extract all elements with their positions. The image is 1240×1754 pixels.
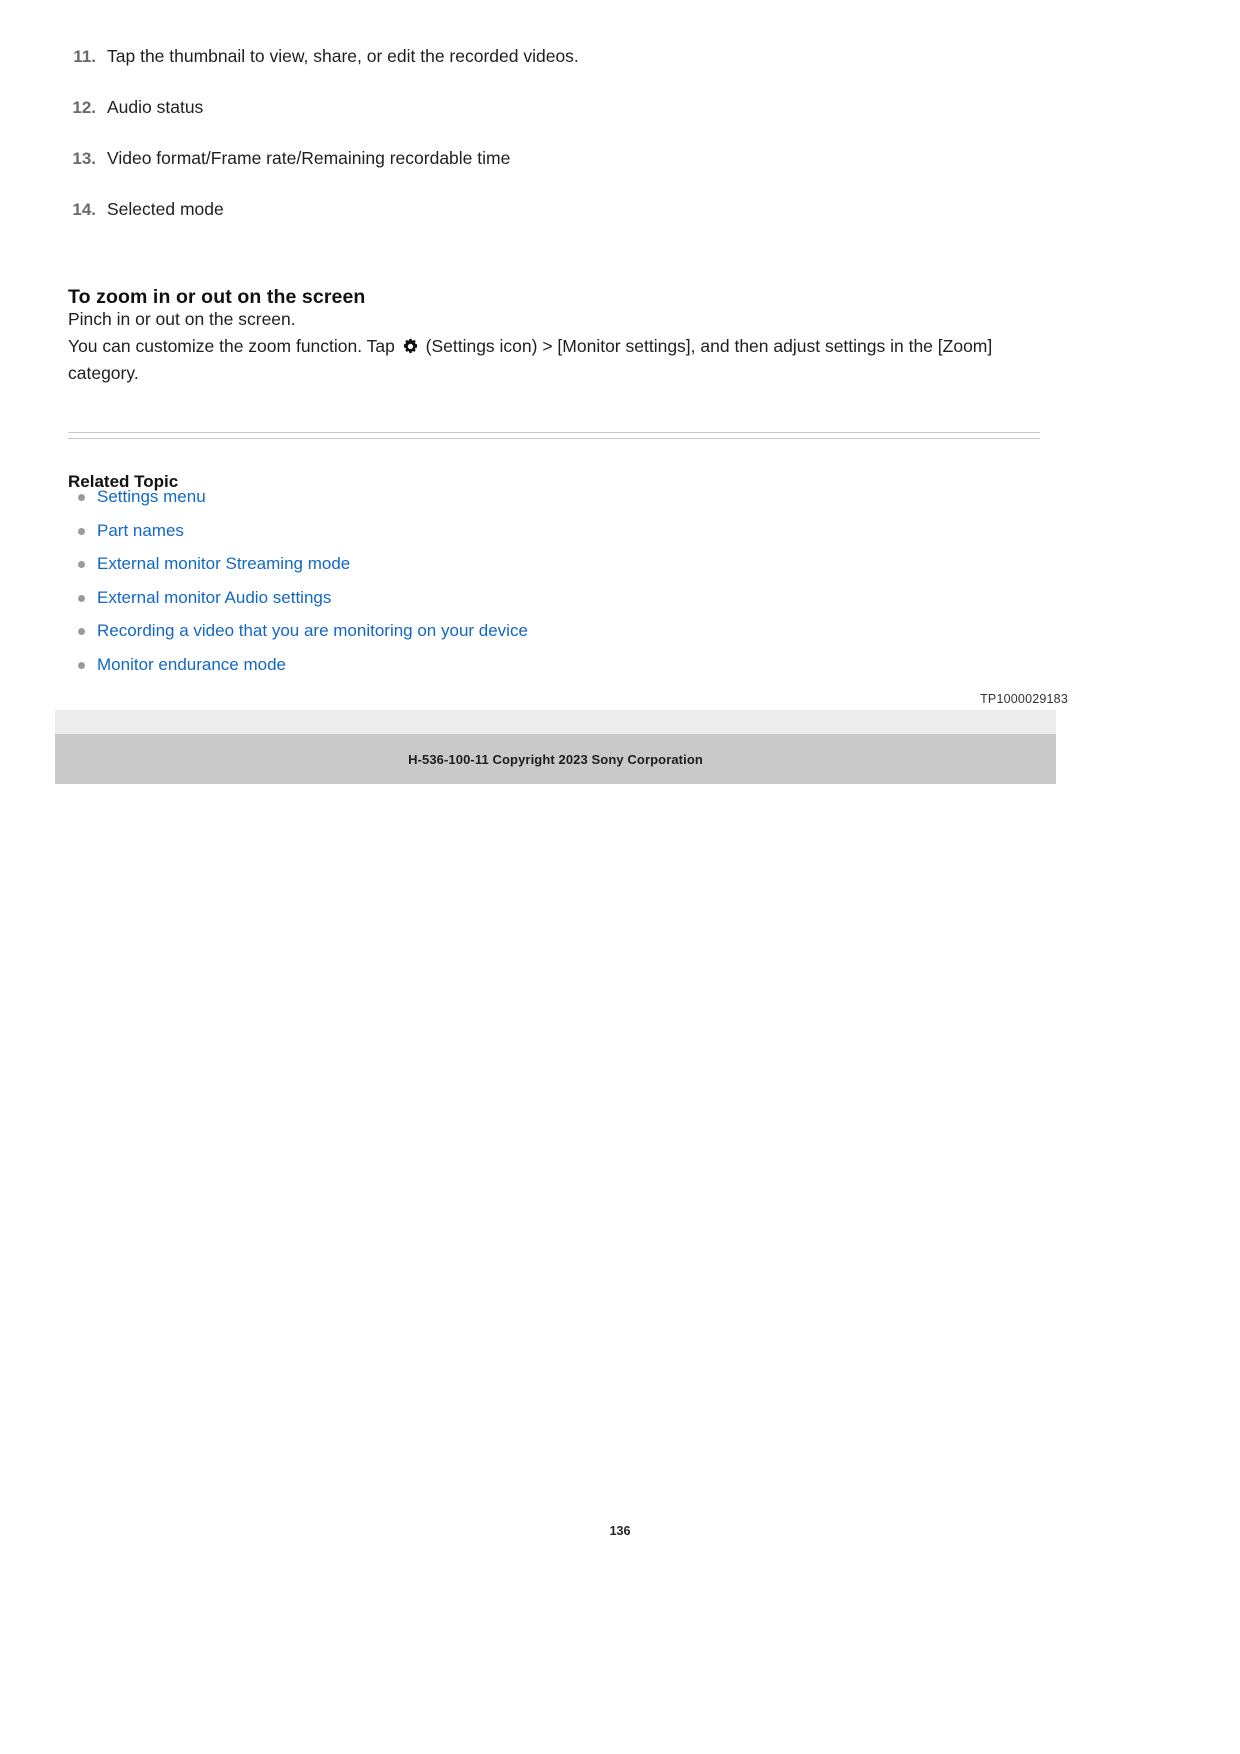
list-item: 13. Video format/Frame rate/Remaining re… [62,146,1072,171]
list-item: External monitor Audio settings [78,587,1028,610]
related-link-recording-a-video[interactable]: Recording a video that you are monitorin… [97,621,528,640]
list-item: Monitor endurance mode [78,654,1028,677]
bullet-icon [78,594,85,602]
bullet-icon [78,494,85,501]
list-item: Recording a video that you are monitorin… [78,620,1028,643]
numbered-step-list: 11. Tap the thumbnail to view, share, or… [62,44,1072,222]
bullet-icon [78,527,85,535]
pinch-instruction-line: Pinch in or out on the screen. [68,309,296,329]
section-body: Pinch in or out on the screen. You can c… [68,306,1038,387]
page-number: 136 [609,1524,631,1538]
step-number: 13. [72,149,96,168]
step-text: Tap the thumbnail to view, share, or edi… [107,46,579,66]
step-text: Video format/Frame rate/Remaining record… [107,148,511,168]
list-item: 12. Audio status [62,95,1072,120]
zoom-customize-text-before: You can customize the zoom function. Tap [68,336,395,356]
list-item: Settings menu [78,486,1028,509]
step-number: 11. [73,47,96,66]
bullet-icon [78,561,85,568]
tp-code: TP1000029183 [980,692,1068,706]
settings-gear-icon [402,338,419,355]
bullet-icon [78,628,85,635]
document-page: 11. Tap the thumbnail to view, share, or… [0,0,1240,1754]
list-item: Part names [78,520,1028,543]
related-link-external-monitor-audio-settings[interactable]: External monitor Audio settings [97,588,331,607]
related-link-settings-menu[interactable]: Settings menu [97,487,206,506]
related-link-monitor-endurance-mode[interactable]: Monitor endurance mode [97,655,286,674]
footer-dark-band: H-536-100-11 Copyright 2023 Sony Corpora… [55,734,1056,784]
copyright-text: H-536-100-11 Copyright 2023 Sony Corpora… [408,751,703,767]
list-item: 11. Tap the thumbnail to view, share, or… [62,44,1072,69]
list-item: 14. Selected mode [62,197,1072,222]
list-item: External monitor Streaming mode [78,553,1028,576]
step-number: 12. [72,98,96,117]
step-number: 14. [72,200,96,219]
footer-light-band [55,710,1056,734]
related-topic-list: Settings menu Part names External monito… [78,486,1028,687]
section-divider [68,432,1040,439]
step-text: Selected mode [107,199,224,219]
related-link-external-monitor-streaming-mode[interactable]: External monitor Streaming mode [97,554,350,573]
related-link-part-names[interactable]: Part names [97,521,184,540]
step-text: Audio status [107,97,204,117]
bullet-icon [78,661,85,669]
